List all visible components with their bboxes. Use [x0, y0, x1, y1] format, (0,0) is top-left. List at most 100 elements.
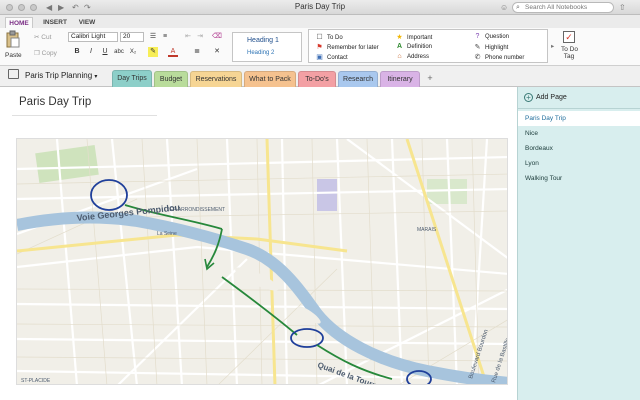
add-page-button[interactable]: + Add Page — [518, 87, 640, 109]
page-title[interactable]: Paris Day Trip — [19, 96, 91, 108]
address-icon: ⌂ — [397, 53, 402, 60]
section-tab-research[interactable]: Research — [338, 71, 378, 87]
tag-highlight[interactable]: ✎ Highlight — [473, 43, 509, 51]
contact-icon: ▣ — [316, 54, 323, 61]
title-divider — [12, 115, 157, 116]
chevron-down-icon: ▾ — [94, 74, 98, 80]
star-icon: ★ — [396, 34, 403, 41]
tags-gallery: ☐ To Do ⚑ Remember for later ▣ Contact ★ Imp… — [308, 29, 554, 63]
map-label-marais: MARAIS — [417, 227, 437, 233]
ribbon: Paste ✂ Cut ❐ Copy Calibri Light 20 ☰ ≡ … — [0, 28, 640, 66]
title-bar: ◀ ▶ ↶ ↷ Paris Day Trip ☺ ⌕ Search All No… — [0, 0, 640, 15]
tag-label: Highlight — [485, 45, 509, 51]
style-heading-2[interactable]: Heading 2 — [247, 50, 274, 56]
add-icon: + — [524, 93, 533, 102]
todo-tag-checkbox-icon[interactable]: ✓ — [563, 31, 575, 43]
search-icon: ⌕ — [516, 4, 520, 11]
pages-panel: + Add Page Paris Day Trip Nice Bordeaux … — [517, 87, 640, 400]
tag-definition[interactable]: A Definition — [395, 43, 432, 50]
todo-tag-label-2: Tag — [563, 53, 575, 60]
map-label-st-placide: ST-PLACIDE — [21, 378, 51, 384]
tag-label: To Do — [327, 35, 343, 41]
todo-tag-button[interactable]: To Do Tag — [561, 46, 578, 60]
tab-insert[interactable]: INSERT — [40, 17, 70, 28]
add-page-label: Add Page — [536, 94, 567, 101]
copy-icon: ❐ — [34, 50, 40, 57]
tag-label: Address — [407, 54, 430, 60]
notebook-name: Paris Trip Planning — [25, 71, 93, 80]
notebook-icon — [8, 69, 19, 79]
section-tab-to-dos[interactable]: To-Do's — [298, 71, 336, 87]
tab-home[interactable]: HOME — [5, 17, 33, 28]
tag-label: Question — [485, 34, 510, 40]
share-icon[interactable]: ⇧ — [619, 3, 626, 12]
font-size-select[interactable]: 20 — [120, 32, 144, 42]
tag-label: Definition — [407, 44, 433, 50]
increase-indent-icon[interactable]: ⇥ — [195, 32, 205, 42]
search-input[interactable]: ⌕ Search All Notebooks — [512, 2, 614, 13]
tag-phone-number[interactable]: ✆ Phone number — [473, 53, 525, 61]
page-item-paris-day-trip[interactable]: Paris Day Trip — [518, 111, 640, 126]
underline-button[interactable]: U — [100, 47, 110, 57]
cut-button[interactable]: ✂ Cut — [34, 33, 51, 41]
paris-map-image: Voie Georges Pompidou La Seine Quai de l… — [16, 138, 508, 385]
add-section-button[interactable]: + — [424, 72, 436, 84]
page-item-walking-tour[interactable]: Walking Tour — [518, 171, 640, 186]
delete-icon[interactable]: ✕ — [212, 47, 222, 57]
page-item-bordeaux[interactable]: Bordeaux — [518, 141, 640, 156]
tag-question[interactable]: ? Question — [473, 33, 509, 40]
numbering-icon[interactable]: ≡ — [160, 32, 170, 42]
section-tab-budget[interactable]: Budget — [154, 71, 188, 87]
copy-button[interactable]: ❐ Copy — [34, 49, 57, 57]
flag-icon: ⚑ — [316, 44, 323, 51]
section-tab-reservations[interactable]: Reservations — [190, 71, 242, 87]
styles-gallery[interactable]: Heading 1 Heading 2 — [232, 32, 302, 62]
tag-label: Phone number — [485, 55, 525, 61]
style-heading-1[interactable]: Heading 1 — [247, 37, 279, 44]
question-icon: ? — [475, 33, 480, 40]
tag-contact[interactable]: ▣ Contact — [315, 53, 348, 61]
align-icon[interactable]: ≣ — [192, 47, 202, 57]
cut-label: Cut — [41, 34, 52, 41]
highlight-icon: ✎ — [474, 44, 481, 51]
font-family-select[interactable]: Calibri Light — [68, 32, 118, 42]
tags-expand-icon[interactable]: ▸ — [551, 42, 554, 50]
page-canvas[interactable]: Paris Day Trip Voie Georges Pompidou La … — [0, 87, 517, 400]
tag-label: Contact — [327, 55, 348, 61]
section-tab-day-trips[interactable]: Day Trips — [112, 70, 152, 87]
page-item-nice[interactable]: Nice — [518, 126, 640, 141]
copy-label: Copy — [41, 50, 57, 57]
todo-tag-label-1: To Do — [561, 46, 578, 53]
search-placeholder: Search All Notebooks — [525, 4, 588, 11]
highlight-color-icon[interactable]: ✎ — [148, 47, 158, 57]
tab-view[interactable]: VIEW — [75, 17, 99, 28]
paste-icon[interactable] — [6, 30, 20, 48]
notebook-bar: Paris Trip Planning ▾ Day Trips Budget R… — [0, 66, 640, 87]
page-item-lyon[interactable]: Lyon — [518, 156, 640, 171]
ribbon-tabs: HOME INSERT VIEW — [0, 15, 640, 28]
paste-button[interactable]: Paste — [5, 52, 22, 59]
subscript-button[interactable]: X₂ — [128, 47, 138, 57]
italic-button[interactable]: I — [86, 47, 96, 57]
section-tab-itinerary[interactable]: Itinerary — [380, 71, 420, 87]
bold-button[interactable]: B — [72, 47, 82, 57]
bullets-icon[interactable]: ☰ — [148, 32, 158, 42]
decrease-indent-icon[interactable]: ⇤ — [183, 32, 193, 42]
definition-icon: A — [396, 43, 403, 50]
notebook-selector[interactable]: Paris Trip Planning ▾ — [8, 69, 97, 83]
phone-icon: ✆ — [474, 54, 481, 61]
tag-remember-for-later[interactable]: ⚑ Remember for later — [315, 43, 379, 51]
tag-to-do[interactable]: ☐ To Do — [315, 33, 343, 41]
font-color-icon[interactable]: A — [168, 47, 178, 57]
map-label-arrondissement: 1ER ARRONDISSEMENT — [167, 207, 225, 213]
map-label-seine: La Seine — [157, 231, 177, 237]
clear-formatting-icon[interactable]: ⌫ — [212, 32, 222, 42]
section-tab-what-to-pack[interactable]: What to Pack — [244, 71, 296, 87]
checkbox-icon: ☐ — [316, 34, 323, 41]
account-icon[interactable]: ☺ — [500, 3, 508, 12]
tag-label: Remember for later — [327, 45, 379, 51]
tag-important[interactable]: ★ Important — [395, 33, 432, 41]
tag-address[interactable]: ⌂ Address — [395, 53, 429, 60]
strikethrough-button[interactable]: abc — [114, 47, 124, 57]
cut-icon: ✂ — [34, 34, 40, 41]
